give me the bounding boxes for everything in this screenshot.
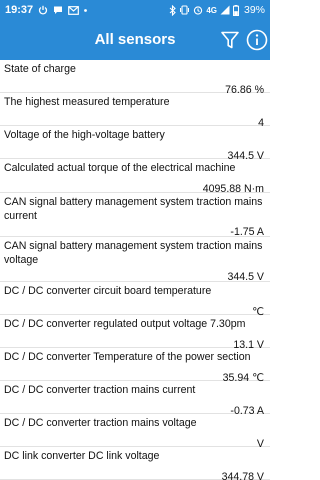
bluetooth-icon [169, 4, 177, 16]
sensor-label: DC / DC converter circuit board temperat… [4, 285, 212, 297]
list-item[interactable]: State of charge 76.86 % [0, 60, 270, 96]
info-icon [246, 29, 268, 51]
message-icon [53, 5, 63, 15]
network-type: 4G [206, 5, 217, 15]
list-item[interactable]: DC / DC converter circuit board temperat… [0, 282, 270, 318]
sensor-label: State of charge [4, 63, 76, 75]
status-time: 19:37 [5, 4, 34, 16]
alarm-icon [193, 5, 203, 15]
sensor-label: DC / DC converter traction mains voltage [4, 417, 197, 429]
vibrate-icon [179, 5, 190, 15]
list-item[interactable]: The highest measured temperature 4 [0, 93, 270, 129]
sensor-label: DC / DC converter regulated output volta… [4, 318, 246, 330]
list-item[interactable]: DC / DC converter traction mains voltage… [0, 414, 270, 450]
list-item[interactable]: DC / DC converter regulated output volta… [0, 315, 270, 351]
mail-icon [68, 5, 80, 15]
list-item[interactable]: DC / DC converter Temperature of the pow… [0, 348, 270, 384]
battery-percent: 39% [243, 4, 265, 16]
sensor-label: The highest measured temperature [4, 96, 170, 108]
sensor-label: DC / DC converter traction mains current [4, 384, 196, 396]
more-dots-icon [84, 8, 88, 12]
app-bar: All sensors [0, 20, 270, 60]
list-item[interactable]: Voltage of the high-voltage battery 344.… [0, 126, 270, 162]
sensor-list[interactable]: State of charge 76.86 % The highest meas… [0, 60, 270, 480]
sensor-label: DC link converter DC link voltage [4, 450, 160, 462]
info-button[interactable] [245, 28, 269, 52]
signal-icon [220, 5, 230, 15]
sensor-label: CAN signal battery management system tra… [4, 240, 263, 266]
sensor-label: CAN signal battery management system tra… [4, 196, 263, 222]
sensor-value: 344.78 V [221, 470, 264, 480]
sensor-label: DC / DC converter Temperature of the pow… [4, 351, 251, 363]
status-bar: 19:37 4G 39% [0, 0, 270, 20]
filter-button[interactable] [218, 28, 242, 52]
list-item[interactable]: CAN signal battery management system tra… [0, 237, 270, 283]
filter-icon [221, 31, 239, 49]
sensor-label: Calculated actual torque of the electric… [4, 162, 236, 174]
battery-icon [232, 4, 239, 16]
list-item[interactable]: DC link converter DC link voltage 344.78… [0, 447, 270, 480]
list-item[interactable]: DC / DC converter traction mains current… [0, 381, 270, 417]
list-item[interactable]: CAN signal battery management system tra… [0, 193, 270, 238]
list-item[interactable]: Calculated actual torque of the electric… [0, 159, 270, 195]
sensor-label: Voltage of the high-voltage battery [4, 129, 165, 141]
power-icon [38, 5, 48, 15]
